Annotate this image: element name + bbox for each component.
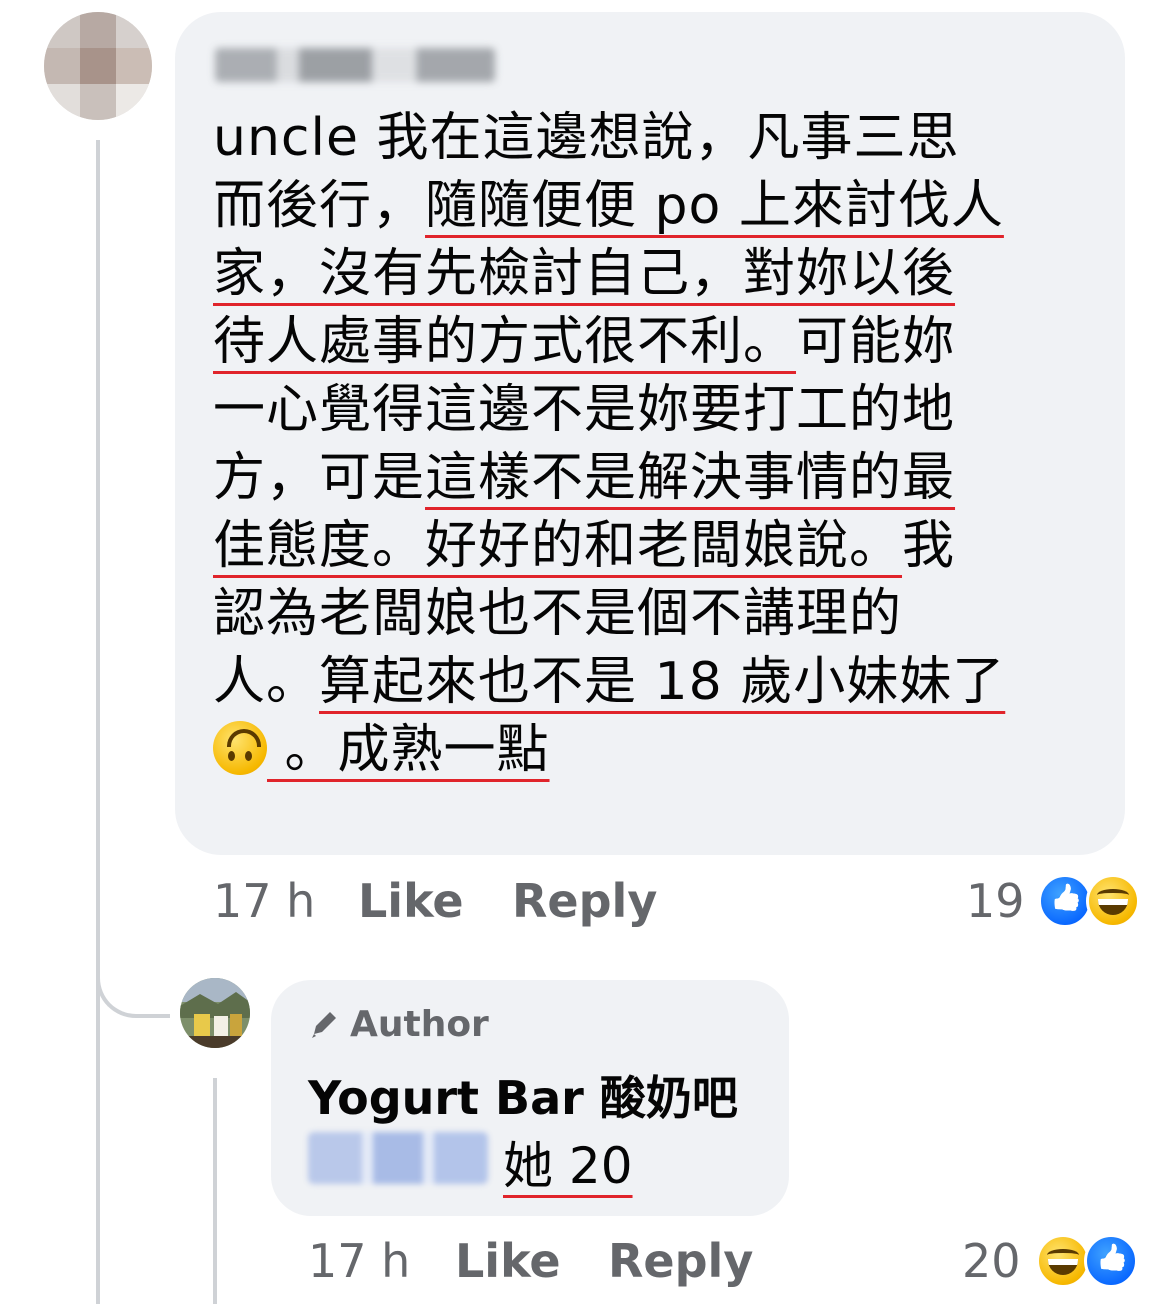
comment-reply-button[interactable]: Reply (512, 874, 657, 928)
underlined-text: 這樣不是解決事情的最 (425, 448, 956, 508)
comment-line: 。成熟一點 (213, 716, 1093, 784)
comment-line: 一心覺得這邊不是妳要打工的地 (213, 376, 1093, 444)
haha-icon (1036, 1234, 1090, 1288)
comment-line: 而後行，隨隨便便 po 上來討伐人 (213, 172, 1093, 240)
like-icon (1084, 1234, 1138, 1288)
commenter-avatar[interactable] (44, 12, 152, 120)
pen-icon (312, 1012, 336, 1038)
comment-line: uncle 我在這邊想說，凡事三思 (213, 104, 1093, 172)
reply-like-button[interactable]: Like (455, 1234, 561, 1288)
comment-text-segment: 可能妳 (796, 312, 956, 372)
reply-body: 她 20 (503, 1137, 633, 1195)
comment-text-segment: uncle 我在這邊想說，凡事三思 (213, 108, 960, 168)
haha-icon (1086, 874, 1140, 928)
comment-like-button[interactable]: Like (358, 874, 464, 928)
author-badge: Author (308, 1004, 489, 1045)
reply-reaction-count[interactable]: 20 (962, 1234, 1021, 1288)
comment-body: uncle 我在這邊想說，凡事三思 而後行，隨隨便便 po 上來討伐人 家，沒有先檢… (213, 104, 1093, 784)
underlined-text: 佳態度。好好的和老闆娘說。 (213, 516, 903, 576)
comment-text-segment: 認為老闆娘也不是個不講理的 (213, 584, 903, 644)
reply-timestamp[interactable]: 17 h (308, 1234, 410, 1288)
comment-text-segment: 人。 (213, 652, 320, 712)
comment-text-segment: 一心覺得這邊不是妳要打工的地 (213, 380, 956, 440)
reply-author-name[interactable]: Yogurt Bar 酸奶吧 (308, 1062, 738, 1128)
mention-tag-blurred[interactable] (308, 1132, 488, 1184)
author-avatar[interactable] (180, 978, 250, 1048)
reply-reply-button[interactable]: Reply (608, 1234, 753, 1288)
underlined-text: 待人處事的方式很不利。 (213, 312, 797, 372)
comment-timestamp[interactable]: 17 h (213, 874, 315, 928)
thread-line-reply (213, 1078, 217, 1304)
thread-line-main (96, 140, 100, 1304)
underlined-text: 。成熟一點 (267, 720, 550, 780)
underlined-text: 家，沒有先檢討自己，對妳以後 (213, 244, 956, 304)
comment-text-segment: 我 (902, 516, 956, 576)
underlined-text: 隨隨便便 po 上來討伐人 (425, 176, 1004, 236)
comment-line: 家，沒有先檢討自己，對妳以後 (213, 240, 1093, 308)
upside-down-face-icon (213, 721, 267, 775)
comment-line: 方，可是這樣不是解決事情的最 (213, 444, 1093, 512)
comment-line: 認為老闆娘也不是個不講理的 (213, 580, 1093, 648)
comment-line: 人。算起來也不是 18 歲小妹妹了 (213, 648, 1093, 716)
thread-connector (96, 960, 170, 1018)
comment-reaction-count[interactable]: 19 (966, 874, 1025, 928)
author-badge-label: Author (350, 1004, 489, 1045)
comment-text-segment: 方，可是 (213, 448, 426, 508)
underlined-text: 算起來也不是 18 歲小妹妹了 (319, 652, 1006, 712)
commenter-name-blurred[interactable] (215, 48, 495, 82)
like-icon (1038, 874, 1092, 928)
comment-text-segment: 而後行， (213, 176, 426, 236)
comment-line: 待人處事的方式很不利。可能妳 (213, 308, 1093, 376)
comment-line: 佳態度。好好的和老闆娘說。我 (213, 512, 1093, 580)
